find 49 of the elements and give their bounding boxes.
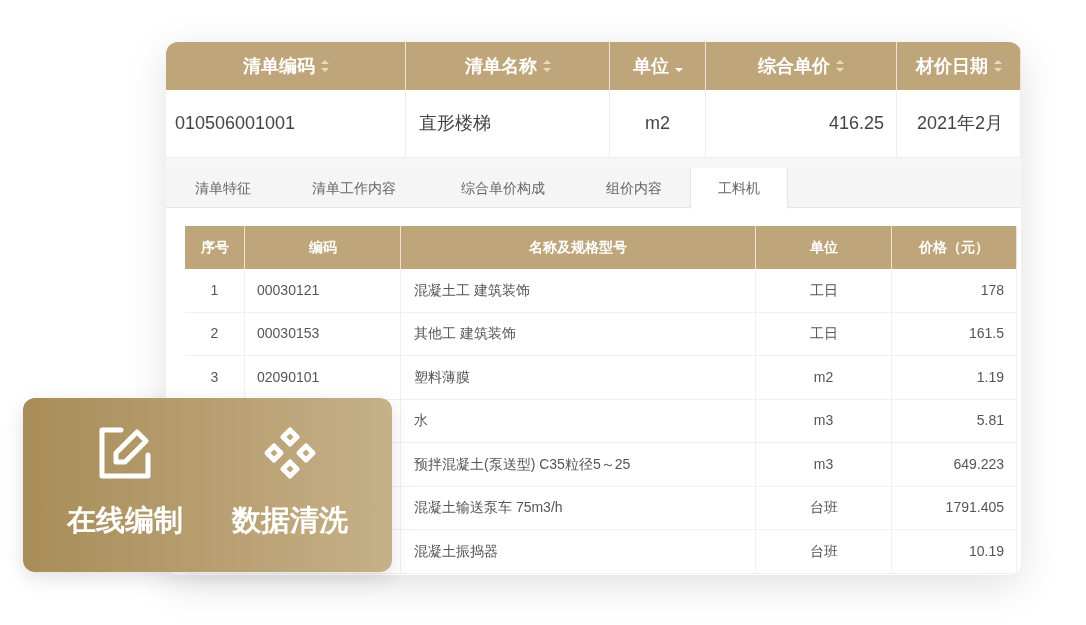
feature-label: 数据清洗 [231,503,348,539]
table-cell-text: 工日 [809,324,838,344]
table-cell-text: 5.81 [976,411,1004,431]
table-cell-text: 649.223 [953,454,1004,474]
table-cell-text: 1 [210,280,219,300]
table-cell-text: 台班 [809,498,838,518]
table-cell-text: 塑料薄膜 [414,367,470,387]
sort-icon[interactable] [320,59,329,73]
column-header: 价格（元） [892,226,1017,269]
table-cell-text: 混凝土输送泵车 75m3/h [414,498,563,518]
table-cell-text: m2 [813,367,834,387]
column-header: 名称及规格型号 [401,226,756,269]
table-cell-text: 混凝土工 建筑装饰 [414,280,530,300]
column-header: 序号 [185,226,245,269]
table-cell-text: 010506001001 [175,112,296,135]
tab[interactable]: 清单特征 [166,168,280,209]
table-cell-text: 02090101 [257,367,320,387]
column-header: 单位 [756,226,892,269]
table-cell-text: m3 [813,411,834,431]
table-cell-text: 工日 [809,280,838,300]
table-cell-text: 10.19 [968,541,1004,561]
table-cell-text: 161.5 [968,324,1004,344]
table-cell-text: 1.19 [976,367,1004,387]
sort-icon[interactable] [993,59,1002,73]
table-cell-text: 00030153 [257,324,320,344]
table-cell-text: 混凝土振捣器 [414,541,498,561]
table-cell-text: 台班 [809,541,838,561]
tab[interactable]: 组价内容 [578,168,690,209]
column-header: 编码 [245,226,401,269]
feature-label: 在线编制 [67,503,184,539]
tab[interactable]: 工料机 [690,168,788,209]
table-cell-text: m3 [813,454,834,474]
table-cell-text: 其他工 建筑装饰 [414,324,516,344]
table-cell-text: m2 [645,112,670,135]
table-cell-text: 178 [980,280,1004,300]
table-cell-text: 00030121 [257,280,320,300]
table-cell-text: 水 [414,411,428,431]
table-cell-text: 预拌混凝土(泵送型) C35粒径5～25 [414,454,631,474]
sort-icon[interactable] [836,59,844,73]
table-cell-text: 2 [210,324,219,344]
sort-icon[interactable] [542,59,551,73]
table-cell-text: 3 [210,367,219,387]
table-cell-text: 416.25 [828,112,884,135]
edit-icon [99,427,152,480]
tab[interactable]: 综合单价构成 [428,168,578,209]
table-cell-text: 2021年2月 [917,112,1004,135]
tab[interactable]: 清单工作内容 [280,168,428,209]
table-cell-text: 1791.405 [945,498,1004,518]
table-cell-text: 直形楼梯 [419,112,491,135]
